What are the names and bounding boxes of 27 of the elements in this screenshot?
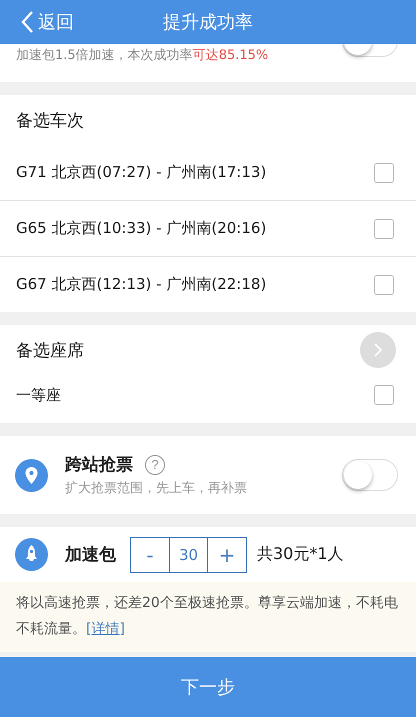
expand-button[interactable] [360, 332, 396, 368]
cross-station-subtitle: 扩大抢票范围，先上车，再补票 [65, 480, 248, 497]
train-option: G67 北京西(12:13) - 广州南(22:18) [16, 275, 266, 294]
checkbox[interactable] [374, 162, 394, 182]
page-title: 提升成功率 [163, 11, 253, 34]
toggle-switch[interactable] [342, 459, 398, 491]
train-option: G71 北京西(07:27) - 广州南(17:13) [16, 163, 266, 182]
next-step-button[interactable]: 下一步 [0, 657, 416, 717]
train-option: G65 北京西(10:33) - 广州南(20:16) [16, 219, 266, 238]
details-link[interactable]: [详情] [86, 621, 125, 637]
seat-option: 一等座 [16, 386, 61, 404]
speed-pack-label: 加速包 [65, 544, 116, 566]
notice-text: 将以高速抢票，还差20个至极速抢票。尊享云端加速，不耗电不耗流量。[详情] [0, 582, 416, 652]
location-pin-icon [15, 458, 48, 492]
rocket-icon [15, 538, 48, 571]
back-chevron-icon [20, 10, 34, 34]
cross-station-title: 跨站抢票 [65, 454, 133, 476]
section-title: 备选座席 [16, 340, 84, 362]
checkbox[interactable] [374, 274, 394, 294]
chevron-icon [373, 342, 383, 358]
back-button[interactable]: 返回 [0, 9, 80, 35]
boost-description: 加速包1.5倍加速，本次成功率可达85.15% [16, 47, 268, 64]
checkbox[interactable] [374, 218, 394, 238]
total-price: 共30元*1人 [257, 544, 344, 565]
help-button[interactable]: ? [145, 454, 165, 474]
checkbox[interactable] [374, 385, 394, 405]
section-title: 备选车次 [16, 110, 84, 132]
